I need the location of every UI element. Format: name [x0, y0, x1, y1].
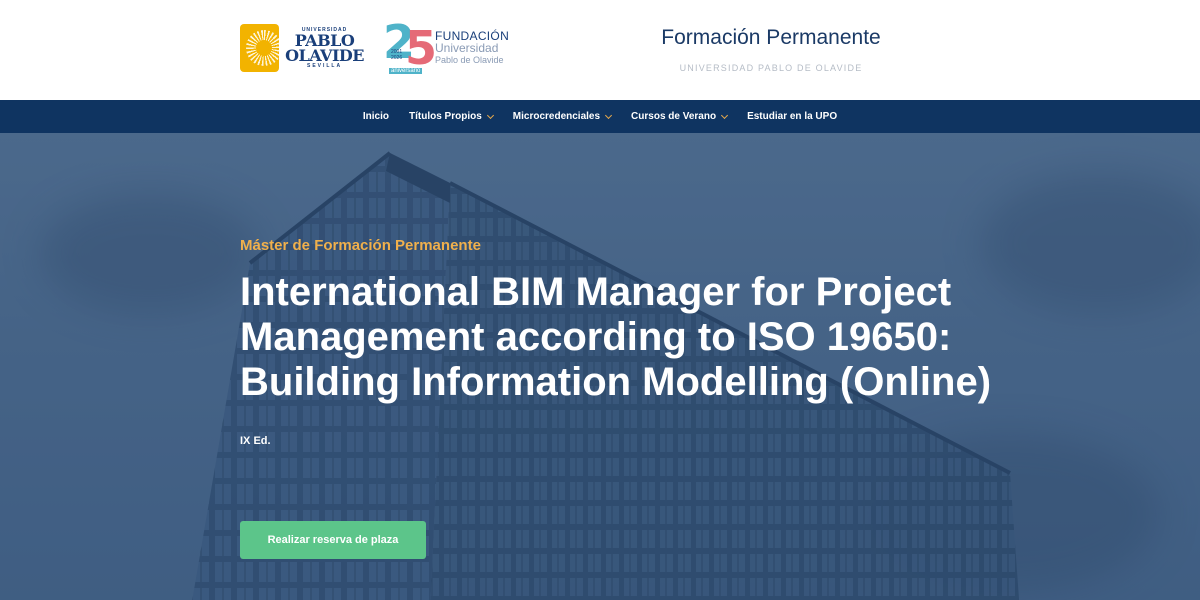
- upo-logo[interactable]: UNIVERSIDAD PABLO OLAVIDE SEVILLA: [240, 22, 364, 74]
- nav-item-estudiar-en-la-upo[interactable]: Estudiar en la UPO: [747, 111, 837, 122]
- site-brand[interactable]: Formación Permanente UNIVERSIDAD PABLO D…: [620, 26, 922, 73]
- nav-item-titulos-propios[interactable]: Títulos Propios: [409, 111, 494, 122]
- fundacion-numeral-5: 5: [405, 21, 438, 75]
- fundacion-line2: Universidad: [435, 41, 499, 55]
- fundacion-year-end: 2026: [391, 55, 403, 61]
- fundacion-anniversary: aniversario: [389, 68, 423, 74]
- upo-sun-emblem: [240, 24, 280, 72]
- upo-logo-line2: OLAVIDE: [285, 46, 364, 65]
- nav-item-inicio[interactable]: Inicio: [363, 111, 389, 122]
- nav-item-cursos-de-verano[interactable]: Cursos de Verano: [631, 111, 729, 122]
- nav-item-label: Títulos Propios: [409, 111, 482, 122]
- reserve-place-button[interactable]: Realizar reserva de plaza: [240, 521, 426, 559]
- fundacion-25-emblem: 2 5 2001 2026 aniversario: [383, 15, 437, 77]
- program-type: Máster de Formación Permanente: [240, 237, 481, 254]
- upo-logo-city: SEVILLA: [306, 63, 343, 69]
- nav-item-label: Inicio: [362, 111, 389, 122]
- fundacion-logo[interactable]: 2 5 2001 2026 aniversario FUNDACIÓN Univ…: [383, 15, 513, 78]
- site-subtitle: UNIVERSIDAD PABLO DE OLAVIDE: [679, 63, 863, 73]
- edition-label: IX Ed.: [240, 435, 271, 447]
- nav-item-label: Cursos de Verano: [631, 111, 717, 122]
- chevron-down-icon: [605, 111, 613, 119]
- fundacion-wordmark: FUNDACIÓN Universidad Pablo de Olavide: [435, 30, 509, 66]
- nav-item-microcredenciales[interactable]: Microcredenciales: [512, 111, 613, 122]
- hero-content: Máster de Formación Permanente Internati…: [240, 237, 1000, 559]
- main-nav: Inicio Títulos Propios Microcredenciales…: [0, 100, 1200, 133]
- chevron-down-icon: [721, 111, 729, 119]
- nav-item-label: Estudiar en la UPO: [747, 111, 838, 122]
- upo-wordmark: UNIVERSIDAD PABLO OLAVIDE SEVILLA: [285, 27, 364, 69]
- chevron-down-icon: [486, 111, 494, 119]
- site-header: UNIVERSIDAD PABLO OLAVIDE SEVILLA 2 5 20…: [0, 0, 1200, 100]
- fundacion-line3: Pablo de Olavide: [435, 55, 504, 65]
- fundacion-years: 2001 2026: [391, 49, 402, 61]
- site-title: Formación Permanente: [661, 26, 881, 49]
- nav-item-label: Microcredenciales: [512, 111, 601, 122]
- hero-banner: Máster de Formación Permanente Internati…: [0, 133, 1200, 600]
- page-title: International BIM Manager for Project Ma…: [240, 270, 992, 404]
